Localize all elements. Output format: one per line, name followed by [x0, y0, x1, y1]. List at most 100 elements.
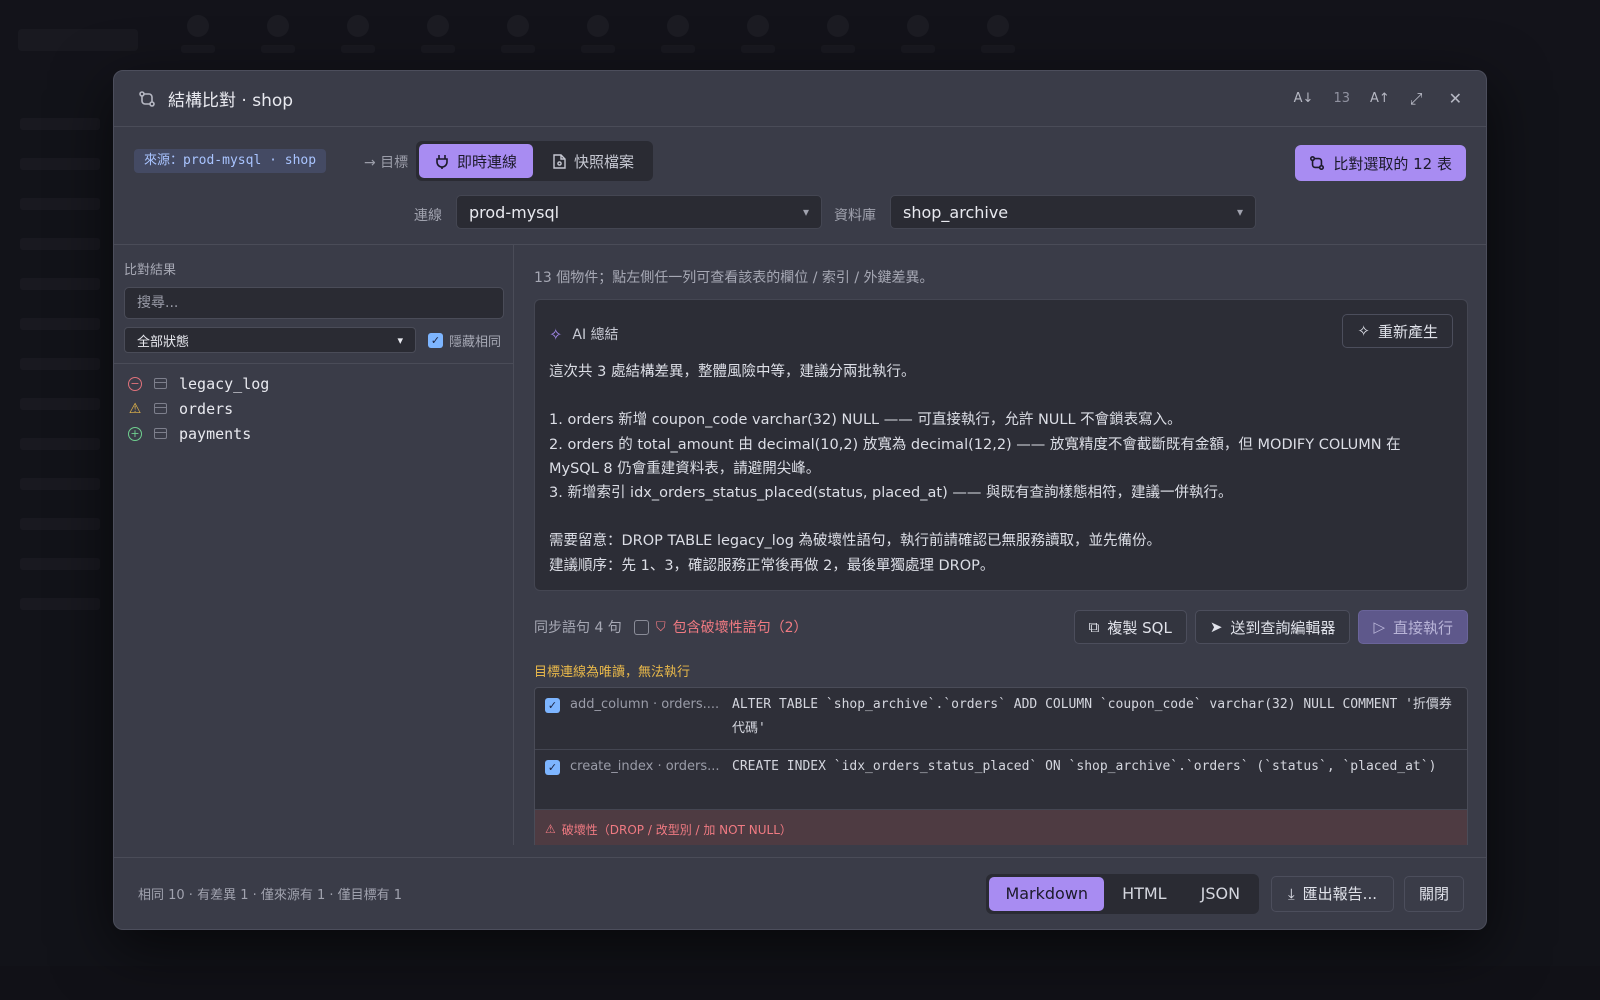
result-item-payments[interactable]: + payments — [128, 421, 269, 446]
ai-summary-title: AI 總結 — [572, 327, 619, 343]
compare-selected-button[interactable]: 比對選取的 12 表 — [1295, 145, 1466, 181]
destructive-section-label: 破壞性（DROP / 改型別 / 加 NOT NULL） — [561, 822, 792, 837]
font-larger-button[interactable]: A↑ — [1370, 91, 1390, 106]
format-markdown[interactable]: Markdown — [989, 876, 1105, 911]
sync-count-label: 同步語句 4 句 — [534, 620, 622, 636]
results-title: 比對結果 — [124, 263, 177, 278]
destructive-section-header: ⚠ 破壞性（DROP / 改型別 / 加 NOT NULL） — [535, 810, 1467, 845]
compare-selected-label: 比對選取的 12 表 — [1333, 154, 1452, 173]
file-icon — [553, 153, 566, 169]
dialog-header: 結構比對 · shop A↓ 13 A↑ ⤢ ✕ — [114, 71, 1486, 127]
statement-sql: CREATE INDEX `idx_orders_status_placed` … — [732, 759, 1437, 774]
source-target-bar: 來源：prod-mysql · shop → 目標 即時連線 快照檔案 比對選取… — [114, 127, 1486, 245]
statement-kind: add_column · orders.... — [570, 697, 720, 712]
tab-live-connection-label: 即時連線 — [457, 152, 518, 171]
results-search-input[interactable] — [124, 287, 504, 319]
copy-icon: ⧉ — [1088, 618, 1100, 636]
statement-sql: ALTER TABLE `shop_archive`.`orders` ADD … — [732, 697, 1452, 736]
ai-summary-card: ✧ AI 總結 ✧ 重新產生 這次共 3 處結構差異，整體風險中等，建議分兩批執… — [534, 299, 1468, 591]
chevron-down-icon: ▾ — [802, 205, 809, 219]
chevron-down-icon: ▾ — [397, 333, 403, 347]
sparkle-icon: ✧ — [549, 324, 563, 344]
results-list: − legacy_log ⚠ orders + payments — [128, 371, 269, 446]
font-size-value: 13 — [1333, 91, 1350, 106]
database-select[interactable]: shop_archive ▾ — [890, 195, 1256, 229]
statement-checkbox[interactable]: ✓ — [545, 760, 560, 775]
ai-summary-text: 這次共 3 處結構差異，整體風險中等，建議分兩批執行。 1. orders 新增… — [549, 364, 1401, 574]
status-filter-select[interactable]: 全部狀態 ▾ — [124, 327, 416, 353]
compare-icon — [138, 90, 156, 108]
warning-icon: ⚠ — [128, 400, 142, 417]
send-to-editor-label: 送到查詢編輯器 — [1230, 618, 1336, 637]
include-destructive-label: 包含破壞性語句（2） — [672, 620, 808, 636]
report-format-tabs: Markdown HTML JSON — [986, 873, 1260, 914]
statement-checkbox[interactable]: ✓ — [545, 698, 560, 713]
shield-alert-icon: ⛉ — [655, 619, 666, 635]
run-directly-label: 直接執行 — [1392, 618, 1453, 637]
result-item-label: orders — [179, 399, 234, 418]
target-mode-tabs: 即時連線 快照檔案 — [416, 141, 654, 181]
dialog-body: 比對結果 全部狀態 ▾ ✓ 隱藏相同 − legacy_log ⚠ — [114, 245, 1486, 845]
connection-label: 連線 — [414, 208, 442, 224]
close-icon[interactable]: ✕ — [1449, 89, 1462, 108]
close-button[interactable]: 關閉 — [1403, 875, 1464, 912]
maximize-icon[interactable]: ⤢ — [1410, 89, 1423, 109]
include-destructive-checkbox[interactable] — [633, 619, 649, 635]
table-icon — [154, 403, 167, 414]
hide-same-toggle[interactable]: ✓ 隱藏相同 — [428, 331, 501, 350]
regenerate-label: 重新產生 — [1377, 322, 1438, 341]
chevron-down-icon: ▾ — [1236, 205, 1243, 219]
result-item-legacy-log[interactable]: − legacy_log — [128, 371, 269, 396]
export-report-button[interactable]: ⤓ 匯出報告... — [1271, 875, 1394, 912]
schema-compare-dialog: 結構比對 · shop A↓ 13 A↑ ⤢ ✕ 來源：prod-mysql ·… — [113, 70, 1487, 930]
result-item-label: payments — [179, 424, 252, 443]
source-badge: 來源：prod-mysql · shop — [134, 149, 327, 173]
connection-select[interactable]: prod-mysql ▾ — [456, 195, 822, 229]
ai-summary-header: ✧ AI 總結 — [549, 324, 619, 344]
sync-actions: ⧉ 複製 SQL ➤ 送到查詢編輯器 ▷ 直接執行 — [1073, 610, 1468, 644]
detail-panel: 13 個物件；點左側任一列可查看該表的欄位 / 索引 / 外鍵差異。 ✧ AI … — [514, 245, 1486, 845]
connection-value: prod-mysql — [469, 202, 560, 222]
format-json[interactable]: JSON — [1185, 877, 1256, 911]
statement-kind: create_index · orders... — [570, 759, 720, 774]
database-value: shop_archive — [903, 202, 1009, 222]
format-html[interactable]: HTML — [1106, 877, 1183, 911]
hide-same-label: 隱藏相同 — [449, 335, 502, 350]
font-smaller-button[interactable]: A↓ — [1294, 91, 1314, 106]
warning-icon: ⚠ — [545, 822, 556, 836]
send-icon: ➤ — [1209, 618, 1223, 636]
sparkle-icon: ✧ — [1357, 322, 1370, 340]
tab-snapshot-file[interactable]: 快照檔案 — [537, 144, 650, 178]
send-to-editor-button[interactable]: ➤ 送到查詢編輯器 — [1194, 610, 1351, 644]
result-item-label: legacy_log — [179, 374, 270, 393]
dialog-title: 結構比對 · shop — [138, 86, 293, 111]
dialog-title-text: 結構比對 · shop — [168, 91, 294, 111]
table-icon — [154, 378, 167, 389]
divider — [114, 363, 514, 364]
run-directly-button[interactable]: ▷ 直接執行 — [1358, 610, 1468, 644]
statement-row[interactable]: ✓ create_index · orders... CREATE INDEX … — [535, 750, 1467, 810]
plug-icon — [435, 154, 449, 169]
status-filter-value: 全部狀態 — [137, 334, 190, 350]
sync-toolbar: 同步語句 4 句 ⛉ 包含破壞性語句（2） ⧉ 複製 SQL ➤ 送到查詢編輯器 — [534, 609, 1468, 645]
include-destructive-toggle[interactable]: ⛉ 包含破壞性語句（2） — [633, 617, 808, 637]
detail-hint: 13 個物件；點左側任一列可查看該表的欄位 / 索引 / 外鍵差異。 — [534, 270, 934, 286]
copy-sql-button[interactable]: ⧉ 複製 SQL — [1073, 610, 1187, 644]
target-label: → 目標 — [364, 155, 409, 171]
sync-statement-list: ✓ add_column · orders.... ALTER TABLE `s… — [534, 687, 1468, 845]
copy-sql-label: 複製 SQL — [1107, 618, 1172, 637]
statement-row[interactable]: ✓ add_column · orders.... ALTER TABLE `s… — [535, 688, 1467, 750]
export-report-label: 匯出報告... — [1302, 885, 1377, 903]
play-icon: ▷ — [1373, 618, 1385, 636]
database-label: 資料庫 — [834, 208, 876, 224]
tab-live-connection[interactable]: 即時連線 — [419, 144, 534, 178]
readonly-warning: 目標連線為唯讀，無法執行 — [534, 665, 691, 680]
hide-same-checkbox[interactable]: ✓ — [428, 333, 443, 348]
compare-stats: 相同 10 · 有差異 1 · 僅來源有 1 · 僅目標有 1 — [138, 888, 403, 903]
regenerate-button[interactable]: ✧ 重新產生 — [1342, 314, 1453, 348]
result-item-orders[interactable]: ⚠ orders — [128, 396, 269, 421]
removed-icon: − — [128, 376, 142, 391]
compare-icon — [1309, 155, 1325, 171]
download-icon: ⤓ — [1288, 884, 1295, 903]
dialog-footer: 相同 10 · 有差異 1 · 僅來源有 1 · 僅目標有 1 Markdown… — [114, 857, 1486, 929]
